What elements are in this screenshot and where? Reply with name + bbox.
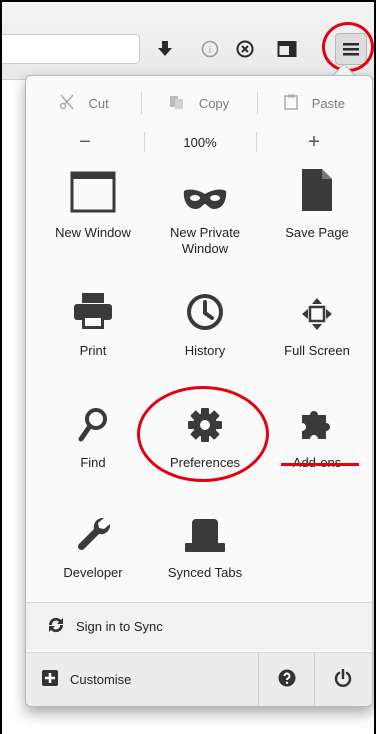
full-screen-button[interactable]: Full Screen [262,279,372,359]
hamburger-menu-panel: Cut Copy Paste − 100% + New Window New P [25,75,373,707]
zoom-out-button[interactable]: − [26,128,144,156]
save-page-label: Save Page [285,225,349,240]
quit-button[interactable] [314,653,370,706]
zoom-controls: − 100% + [26,128,372,156]
sign-in-to-sync-button[interactable]: Sign in to Sync [26,602,372,650]
add-ons-annotation-underline [281,463,359,466]
clock-icon [186,279,224,331]
developer-button[interactable]: Developer [38,501,148,581]
panel-footer: Customise [26,652,372,706]
hamburger-menu-icon[interactable] [335,33,367,65]
zoom-in-button[interactable]: + [256,128,372,156]
power-icon [334,668,352,690]
fullscreen-icon [301,279,333,331]
synced-tabs-icon [184,501,226,553]
copy-label: Copy [198,95,230,111]
print-button[interactable]: Print [38,279,148,359]
browser-toolbar: i [2,2,374,80]
save-page-button[interactable]: Save Page [262,161,372,241]
help-icon [278,669,296,690]
full-screen-label: Full Screen [284,343,350,358]
synced-tabs-button[interactable]: Synced Tabs [150,501,260,581]
paste-button[interactable]: Paste [256,88,372,118]
scissors-icon [59,94,75,113]
zoom-reset-button[interactable]: 100% [144,128,256,156]
cut-button[interactable]: Cut [26,88,141,118]
cut-label: Cut [88,95,109,111]
new-window-label: New Window [55,225,131,240]
reader-icon[interactable]: i [197,36,223,62]
preferences-button[interactable]: Preferences [150,391,260,471]
svg-text:i: i [209,45,211,56]
puzzle-icon [298,391,336,443]
plus-box-icon [42,670,58,689]
new-window-button[interactable]: New Window [38,161,148,241]
customise-button[interactable]: Customise [26,653,258,706]
print-label: Print [79,343,107,358]
url-bar[interactable] [2,34,140,64]
download-icon[interactable] [152,36,178,62]
developer-label: Developer [63,565,123,580]
find-button[interactable]: Find [38,391,148,471]
mask-icon [182,161,228,213]
find-label: Find [80,455,106,470]
add-ons-button[interactable]: Add-ons [262,391,372,471]
window-icon [70,161,116,213]
copy-icon [169,94,185,113]
customise-label: Customise [70,672,132,687]
clipboard-icon [283,94,298,113]
new-private-window-label: New Private Window [169,225,241,256]
sync-icon [46,616,66,637]
preferences-label: Preferences [169,455,241,470]
paste-label: Paste [311,95,345,111]
magnifier-icon [78,391,108,443]
new-private-window-button[interactable]: New Private Window [150,161,260,257]
help-button[interactable] [258,653,314,706]
sidebar-icon[interactable] [274,36,300,62]
document-icon [300,161,334,213]
history-label: History [184,343,226,358]
synced-tabs-label: Synced Tabs [167,565,243,580]
sign-in-label: Sign in to Sync [76,619,163,634]
copy-button[interactable]: Copy [141,88,256,118]
wrench-icon [76,501,110,553]
printer-icon [72,279,114,331]
pocket-icon[interactable] [232,36,258,62]
history-button[interactable]: History [150,279,260,359]
edit-controls: Cut Copy Paste [26,88,372,118]
gear-icon [187,391,223,443]
